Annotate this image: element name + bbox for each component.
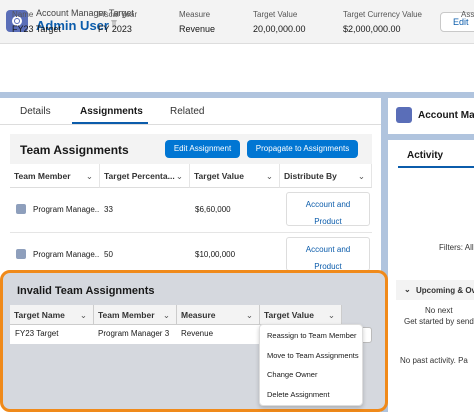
tab-details[interactable]: Details	[20, 106, 51, 117]
highlight-fiscal-year-value: FY 2023	[98, 24, 132, 34]
column-target-value[interactable]: Target Value ⌄	[260, 305, 342, 325]
tab-related[interactable]: Related	[170, 106, 204, 117]
propagate-to-assignments-button[interactable]: Propagate to Assignments	[247, 140, 358, 158]
get-started-text: Get started by send	[404, 317, 474, 326]
active-tab-indicator	[72, 122, 148, 124]
chevron-down-icon[interactable]: ⌄	[266, 171, 273, 182]
team-assignments-title: Team Assignments	[20, 143, 129, 157]
column-target-percentage[interactable]: Target Percenta... ⌄	[100, 164, 190, 188]
chevron-down-icon[interactable]: ⌄	[176, 171, 183, 182]
row1-distribute-by[interactable]: Account and Product	[286, 192, 370, 226]
row2-team-member[interactable]: Program Manage...	[33, 250, 99, 259]
highlight-currency-label: Target Currency Value	[343, 10, 422, 19]
menu-item-reassign[interactable]: Reassign to Team Member	[267, 331, 356, 340]
highlight-measure-value: Revenue	[179, 24, 216, 34]
invalid-row-target-name: FY23 Target	[15, 329, 59, 338]
no-next-steps-text: No next	[425, 306, 453, 315]
chevron-down-icon[interactable]: ⌄	[246, 310, 253, 321]
account-manager-target-icon	[396, 107, 412, 123]
highlight-currency-value: $2,000,000.00	[343, 24, 401, 34]
user-icon	[16, 204, 26, 214]
chevron-down-icon[interactable]: ⌄	[404, 285, 411, 294]
user-icon	[16, 249, 26, 259]
related-card-title[interactable]: Account Man	[418, 110, 474, 121]
highlight-target-value-label: Target Value	[253, 10, 298, 19]
column-team-member[interactable]: Team Member ⌄	[10, 164, 100, 188]
tab-divider	[0, 124, 381, 125]
tab-assignments[interactable]: Assignments	[80, 106, 143, 117]
no-past-activity-text: No past activity. Pa	[400, 356, 468, 365]
column-measure[interactable]: Measure ⌄	[177, 305, 260, 325]
column-target-name[interactable]: Target Name ⌄	[10, 305, 94, 325]
chevron-down-icon[interactable]: ⌄	[80, 310, 87, 321]
menu-item-delete-assignment[interactable]: Delete Assignment	[267, 390, 330, 399]
invalid-row-team-member: Program Manager 3	[98, 329, 170, 338]
highlight-name-value: FY23 Target	[12, 24, 61, 34]
chevron-down-icon[interactable]: ⌄	[328, 310, 335, 321]
column-team-member[interactable]: Team Member ⌄	[94, 305, 177, 325]
row-divider	[10, 232, 372, 233]
highlight-assigned-label: Ass	[461, 10, 474, 19]
chevron-down-icon[interactable]: ⌄	[358, 171, 365, 182]
invalid-row-measure: Revenue	[181, 329, 214, 338]
highlights-panel	[0, 44, 474, 92]
column-target-value[interactable]: Target Value ⌄	[190, 164, 280, 188]
tab-activity[interactable]: Activity	[407, 150, 443, 161]
chevron-down-icon[interactable]: ⌄	[86, 171, 93, 182]
active-tab-indicator	[398, 166, 474, 168]
upcoming-overdue-label: Upcoming & Ov	[416, 286, 474, 295]
highlight-fiscal-year-label: Fiscal Year	[98, 10, 138, 19]
activity-panel	[388, 140, 474, 412]
highlight-target-value-value: 20,00,000.00	[253, 24, 306, 34]
row1-target-percentage: 33	[104, 205, 113, 214]
row2-distribute-by[interactable]: Account and Product	[286, 237, 370, 271]
edit-assignment-button[interactable]: Edit Assignment	[165, 140, 240, 158]
activity-filters[interactable]: Filters: All	[439, 243, 474, 252]
row2-target-percentage: 50	[104, 250, 113, 259]
chevron-down-icon[interactable]: ⌄	[163, 310, 170, 321]
highlight-measure-label: Measure	[179, 10, 211, 19]
row1-target-value: $6,60,000	[195, 205, 231, 214]
column-distribute-by[interactable]: Distribute By ⌄	[280, 164, 372, 188]
invalid-assignments-title: Invalid Team Assignments	[17, 285, 155, 297]
menu-item-change-owner[interactable]: Change Owner	[267, 370, 317, 379]
highlight-name-label: Name	[12, 10, 34, 19]
row2-target-value: $10,00,000	[195, 250, 236, 259]
row1-team-member[interactable]: Program Manage...	[33, 205, 99, 214]
menu-item-move-to-team-assignments[interactable]: Move to Team Assignments	[267, 351, 359, 360]
